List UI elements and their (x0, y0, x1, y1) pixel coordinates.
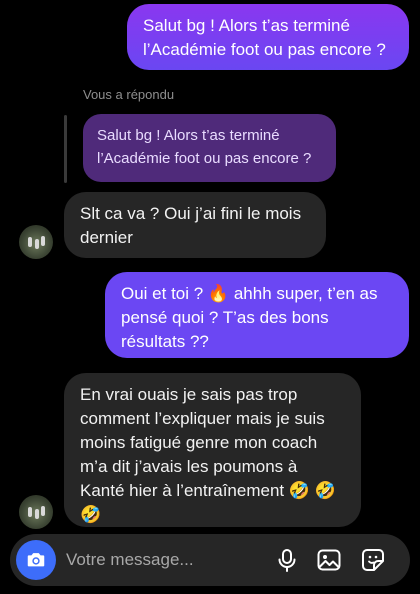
message-outgoing[interactable]: Oui et toi ? 🔥 ahhh super, t’en as pensé… (105, 272, 409, 358)
message-text: Salut bg ! Alors t’as terminé l’Académie… (143, 16, 386, 59)
message-composer: Votre message... (10, 534, 410, 586)
message-input[interactable]: Votre message... (66, 548, 194, 572)
microphone-icon[interactable] (274, 547, 300, 573)
chat-screen: Salut bg ! Alors t’as terminé l’Académie… (0, 0, 420, 594)
replied-label: Vous a répondu (83, 87, 175, 102)
camera-button[interactable] (16, 540, 56, 580)
message-text: Oui et toi ? 🔥 ahhh super, t’en as pensé… (121, 284, 378, 351)
quoted-text: Salut bg ! Alors t’as terminé l’Académie… (97, 127, 312, 167)
message-incoming[interactable]: Slt ca va ? Oui j’ai fini le mois dernie… (64, 192, 326, 258)
quoted-message[interactable]: Salut bg ! Alors t’as terminé l’Académie… (83, 114, 336, 182)
camera-icon (27, 553, 45, 567)
message-text: En vrai ouais je sais pas trop comment l… (80, 385, 336, 524)
message-outgoing[interactable]: Salut bg ! Alors t’as terminé l’Académie… (127, 4, 409, 70)
reply-indicator-bar (64, 115, 67, 183)
gallery-icon[interactable] (316, 547, 342, 573)
avatar[interactable] (19, 495, 53, 529)
message-incoming[interactable]: En vrai ouais je sais pas trop comment l… (64, 373, 361, 527)
message-text: Slt ca va ? Oui j’ai fini le mois dernie… (80, 204, 302, 247)
avatar[interactable] (19, 225, 53, 259)
sticker-icon[interactable] (360, 547, 386, 573)
